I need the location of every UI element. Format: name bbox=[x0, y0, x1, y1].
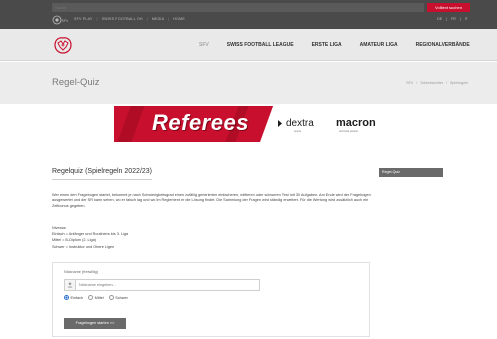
quiz-form: Nickname (freiwillig) Einfach Mittel Sch… bbox=[52, 262, 370, 337]
search-input[interactable] bbox=[52, 3, 424, 12]
top-bar: Volltext suchen SFV SFV PLAY | SWISS FOO… bbox=[0, 0, 497, 29]
radio-icon[interactable] bbox=[108, 295, 114, 300]
quiz-heading: Regelquiz (Spielregeln 2022/23) bbox=[52, 168, 153, 180]
separator: | bbox=[459, 17, 461, 21]
radio-icon[interactable] bbox=[64, 295, 69, 300]
nav-item-erste-liga[interactable]: ERSTE LIGA bbox=[303, 42, 351, 48]
lang-fr[interactable]: FR bbox=[451, 17, 456, 21]
separator: | bbox=[446, 17, 448, 21]
user-icon bbox=[65, 280, 76, 290]
page-title-band: Regel-Quiz SFV / Schiedsrichter / Spielr… bbox=[0, 62, 497, 104]
lang-it[interactable]: IT bbox=[465, 17, 468, 21]
sponsor-macron-sub: technical partner bbox=[339, 130, 359, 133]
separator: | bbox=[96, 17, 98, 21]
breadcrumb-item: Spielregeln bbox=[450, 81, 468, 85]
referees-banner: Referees dextra sports macron technical … bbox=[114, 106, 382, 142]
main-nav-items: SFV SWISS FOOTBALL LEAGUE ERSTE LIGA AMA… bbox=[190, 42, 479, 48]
start-quiz-button[interactable]: Fragebogen starten >> bbox=[64, 318, 126, 329]
nav-item-regionalverbaende[interactable]: REGIONALVERBÄNDE bbox=[407, 42, 479, 48]
nav-item-sfv[interactable]: SFV bbox=[190, 42, 218, 48]
difficulty-options: Einfach Mittel Schwer bbox=[64, 295, 128, 300]
svg-text:SFV: SFV bbox=[62, 19, 69, 23]
nav-item-amateur-liga[interactable]: AMATEUR LIGA bbox=[351, 42, 407, 48]
metanav-item-oh[interactable]: SWISS FOOTBALL OH bbox=[102, 17, 143, 21]
sidebar-item-regel-quiz[interactable]: Regel-Quiz bbox=[379, 168, 443, 177]
sfv-small-logo-icon[interactable]: SFV bbox=[52, 15, 68, 25]
nickname-input[interactable] bbox=[79, 281, 257, 289]
sponsor-dextra: dextra bbox=[286, 118, 314, 129]
intro-text: Wer einen den Fragebogen startet, bekomm… bbox=[52, 193, 371, 208]
banner-stripe bbox=[117, 106, 145, 142]
nav-item-swiss-football-league[interactable]: SWISS FOOTBALL LEAGUE bbox=[218, 42, 303, 48]
separator: / bbox=[416, 81, 418, 85]
content-heading-wrap: Regelquiz (Spielregeln 2022/23) bbox=[52, 160, 372, 180]
separator: | bbox=[168, 17, 170, 21]
difficulty-label: Mittel bbox=[94, 295, 104, 300]
separator: / bbox=[446, 81, 448, 85]
sponsor-dextra-sub: sports bbox=[294, 130, 302, 133]
metanav-item-home[interactable]: HOME bbox=[173, 17, 185, 21]
breadcrumb-item[interactable]: Schiedsrichter bbox=[420, 81, 443, 85]
radio-icon[interactable] bbox=[88, 295, 94, 300]
level-item: Schwer = Instruktor und Obere Ligen bbox=[52, 244, 115, 249]
sfv-logo-icon[interactable] bbox=[52, 35, 74, 55]
nickname-field bbox=[64, 279, 260, 291]
dextra-logo-icon bbox=[278, 120, 282, 127]
nickname-label: Nickname (freiwillig) bbox=[64, 270, 98, 274]
sponsor-macron: macron bbox=[336, 117, 376, 129]
lang-de[interactable]: DE bbox=[437, 17, 442, 21]
breadcrumb-item[interactable]: SFV bbox=[406, 81, 413, 85]
banner-title: Referees bbox=[152, 110, 249, 135]
separator: | bbox=[146, 17, 148, 21]
levels-list: Niveaus Einfach = Anfänger und Routinier… bbox=[52, 225, 128, 250]
difficulty-easy[interactable]: Einfach bbox=[64, 295, 83, 300]
meta-navigation: SFV PLAY | SWISS FOOTBALL OH | MEDIA | H… bbox=[74, 17, 185, 21]
difficulty-hard[interactable]: Schwer bbox=[108, 295, 128, 300]
breadcrumb: SFV / Schiedsrichter / Spielregeln bbox=[406, 81, 468, 85]
page-title: Regel-Quiz bbox=[52, 77, 100, 88]
difficulty-medium[interactable]: Mittel bbox=[88, 295, 104, 300]
metanav-item-play[interactable]: SFV PLAY bbox=[74, 17, 93, 21]
metanav-item-media[interactable]: MEDIA bbox=[152, 17, 164, 21]
difficulty-label: Schwer bbox=[115, 295, 128, 300]
language-switcher: DE | FR | IT bbox=[437, 17, 468, 21]
difficulty-label: Einfach bbox=[70, 295, 84, 300]
main-navigation: SFV SWISS FOOTBALL LEAGUE ERSTE LIGA AMA… bbox=[0, 29, 497, 61]
search-button[interactable]: Volltext suchen bbox=[427, 3, 470, 12]
